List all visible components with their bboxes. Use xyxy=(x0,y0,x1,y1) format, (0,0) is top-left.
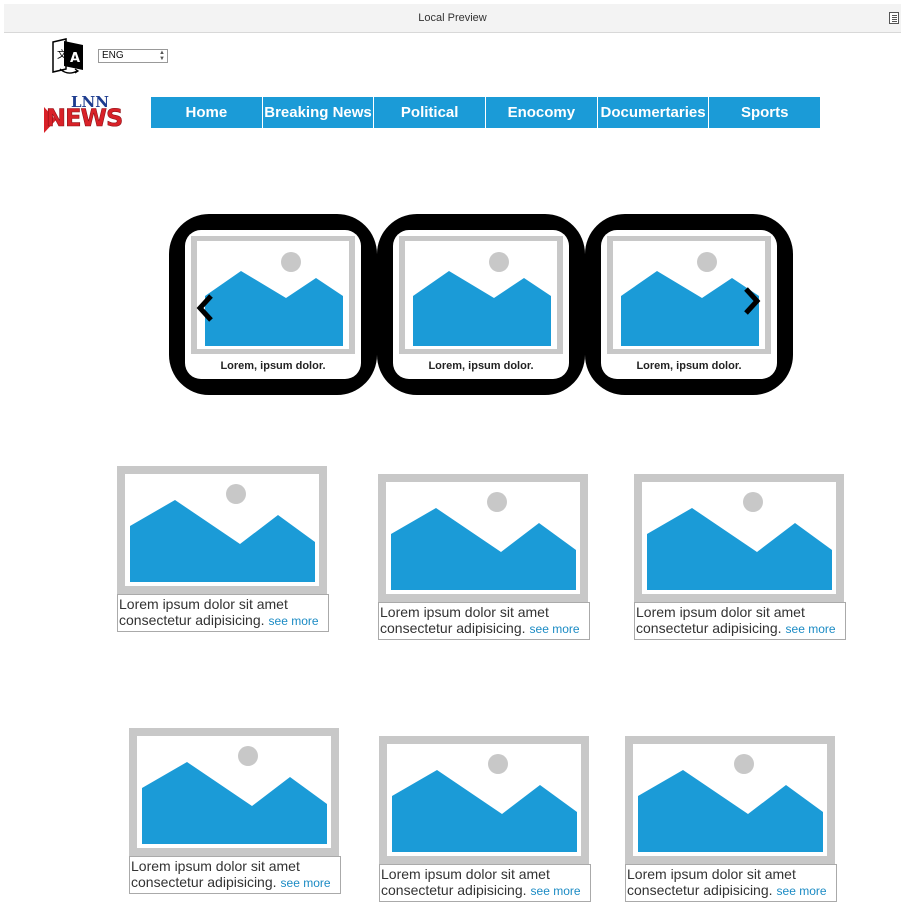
chevron-left-icon[interactable] xyxy=(196,293,214,323)
nav-item-sports[interactable]: Sports xyxy=(709,97,820,128)
image-placeholder-icon xyxy=(378,474,588,602)
article-text: Lorem ipsum dolor sit amet consectetur a… xyxy=(634,602,846,640)
see-more-link[interactable]: see more xyxy=(269,614,319,628)
window-titlebar: Local Preview xyxy=(4,4,901,33)
article-card[interactable]: Lorem ipsum dolor sit amet consectetur a… xyxy=(634,474,846,640)
nav-item-political[interactable]: Political xyxy=(374,97,487,128)
svg-text:A: A xyxy=(70,51,80,66)
article-text: Lorem ipsum dolor sit amet consectetur a… xyxy=(117,594,329,632)
svg-text:文: 文 xyxy=(57,48,67,61)
nav-item-economy[interactable]: Enocomy xyxy=(486,97,598,128)
slide-caption: Lorem, ipsum dolor. xyxy=(220,360,326,372)
article-card[interactable]: Lorem ipsum dolor sit amet consectetur a… xyxy=(117,466,329,632)
slide-caption: Lorem, ipsum dolor. xyxy=(428,360,534,372)
spinner-arrows-icon: ▲ ▼ xyxy=(159,50,165,62)
document-icon[interactable] xyxy=(889,12,899,24)
article-summary: consectetur adipisicing. xyxy=(381,882,527,898)
nav-item-breaking-news[interactable]: Breaking News xyxy=(263,97,375,128)
language-select-value: ENG xyxy=(102,50,124,61)
window-title: Local Preview xyxy=(418,12,487,24)
article-summary: consectetur adipisicing. xyxy=(131,874,277,890)
article-headline: Lorem ipsum dolor sit amet xyxy=(119,596,288,612)
see-more-link[interactable]: see more xyxy=(777,884,827,898)
nav-item-home[interactable]: Home xyxy=(151,97,263,128)
image-placeholder-icon xyxy=(399,236,563,354)
chevron-right-icon[interactable] xyxy=(743,286,761,316)
see-more-link[interactable]: see more xyxy=(786,622,836,636)
article-text: Lorem ipsum dolor sit amet consectetur a… xyxy=(129,856,341,894)
article-card[interactable]: Lorem ipsum dolor sit amet consectetur a… xyxy=(625,736,837,902)
article-card[interactable]: Lorem ipsum dolor sit amet consectetur a… xyxy=(379,736,591,902)
carousel-slide[interactable]: Lorem, ipsum dolor. xyxy=(585,214,793,395)
article-summary: consectetur adipisicing. xyxy=(627,882,773,898)
carousel-slide[interactable]: Lorem, ipsum dolor. xyxy=(377,214,585,395)
article-card[interactable]: Lorem ipsum dolor sit amet consectetur a… xyxy=(129,728,341,894)
language-select[interactable]: ENG ▲ ▼ xyxy=(98,49,168,63)
slide-card: Lorem, ipsum dolor. xyxy=(393,230,569,379)
article-text: Lorem ipsum dolor sit amet consectetur a… xyxy=(379,864,591,902)
article-text: Lorem ipsum dolor sit amet consectetur a… xyxy=(378,602,590,640)
article-summary: consectetur adipisicing. xyxy=(380,620,526,636)
brand-logo[interactable]: LNN NEWS xyxy=(44,93,152,133)
image-placeholder-icon xyxy=(129,728,339,856)
slide-caption: Lorem, ipsum dolor. xyxy=(636,360,742,372)
article-summary: consectetur adipisicing. xyxy=(119,612,265,628)
main-nav: Home Breaking News Political Enocomy Doc… xyxy=(151,97,820,128)
translate-icon[interactable]: 文 A xyxy=(50,36,86,76)
article-headline: Lorem ipsum dolor sit amet xyxy=(636,604,805,620)
article-text: Lorem ipsum dolor sit amet consectetur a… xyxy=(625,864,837,902)
article-card[interactable]: Lorem ipsum dolor sit amet consectetur a… xyxy=(378,474,590,640)
article-headline: Lorem ipsum dolor sit amet xyxy=(381,866,550,882)
article-headline: Lorem ipsum dolor sit amet xyxy=(131,858,300,874)
article-summary: consectetur adipisicing. xyxy=(636,620,782,636)
image-placeholder-icon xyxy=(625,736,835,864)
image-placeholder-icon xyxy=(634,474,844,602)
logo-line2: NEWS xyxy=(46,104,124,133)
article-headline: Lorem ipsum dolor sit amet xyxy=(627,866,796,882)
image-placeholder-icon xyxy=(117,466,327,594)
see-more-link[interactable]: see more xyxy=(530,622,580,636)
see-more-link[interactable]: see more xyxy=(281,876,331,890)
nav-item-documentaries[interactable]: Documertaries xyxy=(598,97,710,128)
image-placeholder-icon xyxy=(379,736,589,864)
image-placeholder-icon xyxy=(191,236,355,354)
article-headline: Lorem ipsum dolor sit amet xyxy=(380,604,549,620)
see-more-link[interactable]: see more xyxy=(531,884,581,898)
